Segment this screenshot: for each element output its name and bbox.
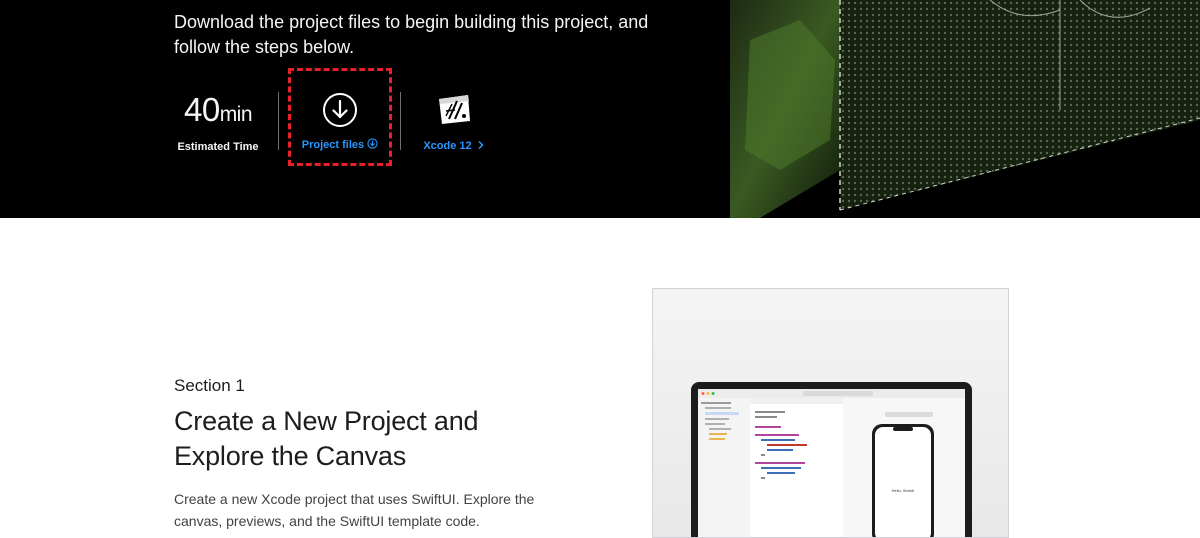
section-title-line-1: Create a New Project and bbox=[174, 406, 479, 436]
divider bbox=[278, 92, 279, 150]
section-preview-image: Hello, World! bbox=[652, 288, 1009, 538]
download-circle-icon[interactable] bbox=[322, 92, 358, 128]
project-files-label: Project files bbox=[301, 139, 365, 151]
chevron-right-icon bbox=[478, 140, 484, 150]
divider bbox=[400, 92, 401, 150]
macbook-xcode-illustration: Hello, World! bbox=[691, 382, 972, 537]
project-files-link[interactable]: Project files bbox=[302, 138, 378, 151]
time-unit: min bbox=[219, 103, 253, 126]
section-1-intro: Section 1 Create a New Project and Explor… bbox=[174, 376, 594, 532]
project-files-highlight[interactable]: Project files bbox=[288, 68, 392, 166]
estimated-time: 40min Estimated Time bbox=[174, 91, 262, 154]
xcode-link[interactable]: Xcode 12 bbox=[423, 140, 484, 152]
xcode-label: Xcode 12 bbox=[423, 140, 472, 152]
section-title-line-2: Explore the Canvas bbox=[174, 441, 407, 471]
hero-intro-text: Download the project files to begin buil… bbox=[174, 12, 649, 57]
section-description: Create a new Xcode project that uses Swi… bbox=[174, 491, 535, 529]
xcode-icon bbox=[439, 95, 470, 124]
section-eyebrow: Section 1 bbox=[174, 376, 245, 395]
hero-artwork bbox=[730, 0, 1200, 218]
download-circle-small-icon bbox=[367, 138, 378, 149]
time-caption: Estimated Time bbox=[177, 141, 259, 153]
phone-preview-text: Hello, World! bbox=[892, 488, 915, 493]
xcode-requirement: Xcode 12 bbox=[412, 92, 496, 154]
section-title: Create a New Project and Explore the Canv… bbox=[174, 404, 594, 474]
time-value: 40 bbox=[183, 91, 220, 128]
hero-banner: Download the project files to begin buil… bbox=[0, 0, 1200, 218]
